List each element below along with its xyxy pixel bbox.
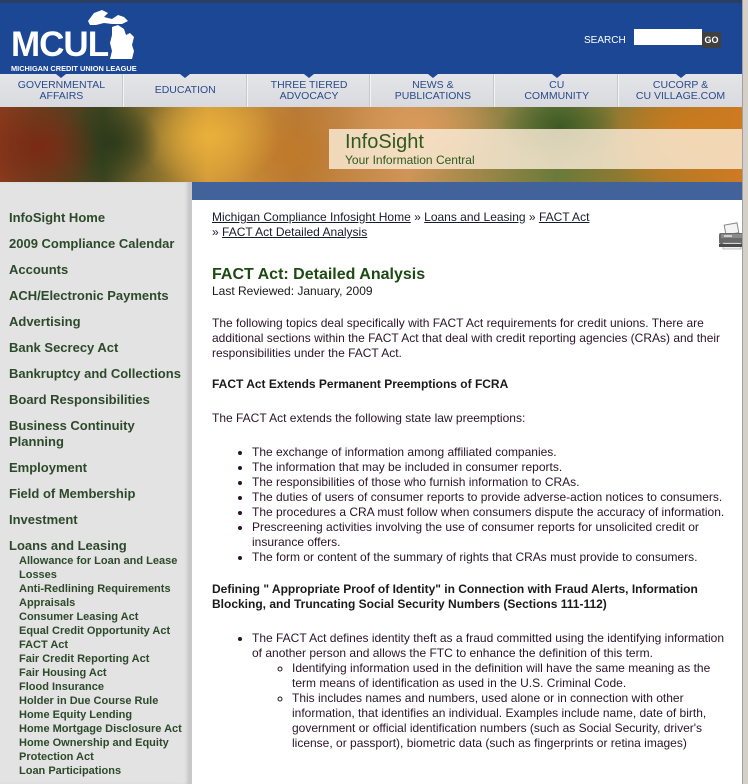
sidebar-subitem-fact-act[interactable]: FACT Act bbox=[9, 638, 189, 652]
intro-paragraph: The following topics deal specifically w… bbox=[212, 316, 721, 360]
nav-cu-community[interactable]: CU COMMUNITY bbox=[495, 74, 620, 107]
sidebar: InfoSight Home 2009 Compliance Calendar … bbox=[0, 182, 192, 784]
sidebar-item-infosight-home[interactable]: InfoSight Home bbox=[9, 210, 189, 226]
sidebar-subitem-fcra[interactable]: Fair Credit Reporting Act bbox=[9, 652, 189, 666]
list-item: The information that may be included in … bbox=[252, 460, 732, 475]
list-item: The duties of users of consumer reports … bbox=[252, 490, 732, 505]
nav-education[interactable]: EDUCATION bbox=[124, 74, 248, 107]
sidebar-subitem-consumer-leasing[interactable]: Consumer Leasing Act bbox=[9, 610, 189, 624]
nav-pointer-icon bbox=[180, 74, 191, 78]
nav-pointer-icon bbox=[304, 74, 315, 78]
sidebar-subitem-alll[interactable]: Allowance for Loan and Lease Losses bbox=[9, 554, 189, 582]
preemptions-list: The exchange of information among affili… bbox=[212, 445, 732, 565]
sidebar-item-accounts[interactable]: Accounts bbox=[9, 262, 189, 278]
sidebar-item-bankruptcy[interactable]: Bankruptcy and Collections bbox=[9, 366, 189, 382]
main-content: Michigan Compliance Infosight Home » Loa… bbox=[192, 200, 742, 784]
sidebar-subitem-hmda[interactable]: Home Mortgage Disclosure Act bbox=[9, 722, 189, 736]
sidebar-item-advertising[interactable]: Advertising bbox=[9, 314, 189, 330]
breadcrumb: Michigan Compliance Infosight Home » Loa… bbox=[212, 210, 592, 240]
last-reviewed: Last Reviewed: January, 2009 bbox=[212, 284, 373, 298]
breadcrumb-loans-link[interactable]: Loans and Leasing bbox=[424, 210, 525, 224]
printer-icon[interactable] bbox=[716, 222, 742, 252]
identity-list: The FACT Act defines identity theft as a… bbox=[212, 631, 732, 751]
sidebar-subitem-ecoa[interactable]: Equal Credit Opportunity Act bbox=[9, 624, 189, 638]
list-item: The procedures a CRA must follow when co… bbox=[252, 505, 732, 520]
sidebar-subitem-appraisals[interactable]: Appraisals bbox=[9, 596, 189, 610]
sidebar-subitem-loan-participations[interactable]: Loan Participations bbox=[9, 764, 189, 778]
michigan-map-icon bbox=[88, 10, 134, 59]
section-heading-proof-of-identity: Defining " Appropriate Proof of Identity… bbox=[212, 582, 698, 611]
sidebar-item-field-of-membership[interactable]: Field of Membership bbox=[9, 486, 189, 502]
banner-subtitle: Your Information Central bbox=[345, 153, 475, 167]
breadcrumb-current-link[interactable]: FACT Act Detailed Analysis bbox=[222, 225, 367, 239]
nav-pointer-icon bbox=[56, 74, 67, 78]
content-header-bar bbox=[192, 182, 742, 200]
breadcrumb-separator: » bbox=[528, 210, 536, 224]
list-item: Prescreening activities involving the us… bbox=[252, 520, 732, 550]
infosight-banner: InfoSight Your Information Central bbox=[0, 107, 742, 182]
list-item: The FACT Act defines identity theft as a… bbox=[252, 631, 732, 751]
nav-label-line2: PUBLICATIONS bbox=[394, 89, 472, 102]
sidebar-subitem-anti-redlining[interactable]: Anti-Redlining Requirements bbox=[9, 582, 189, 596]
section-lead: The FACT Act extends the following state… bbox=[212, 411, 526, 425]
nav-label-line1: THREE TIERED bbox=[270, 78, 348, 91]
sidebar-item-compliance-calendar[interactable]: 2009 Compliance Calendar bbox=[9, 236, 189, 252]
sidebar-item-bank-secrecy-act[interactable]: Bank Secrecy Act bbox=[9, 340, 189, 356]
page-title: FACT Act: Detailed Analysis bbox=[212, 266, 426, 283]
list-item-text: The FACT Act defines identity theft as a… bbox=[252, 631, 725, 660]
breadcrumb-separator: » bbox=[212, 225, 219, 239]
search-input[interactable] bbox=[634, 29, 702, 45]
nav-pointer-icon bbox=[675, 74, 686, 78]
nav-label-line2: COMMUNITY bbox=[524, 89, 590, 102]
nav-three-tiered-advocacy[interactable]: THREE TIERED ADVOCACY bbox=[248, 74, 372, 107]
sidebar-subitem-fair-housing[interactable]: Fair Housing Act bbox=[9, 666, 189, 680]
site-header: MCUL MICHIGAN CREDIT UNION LEAGUE SEARCH… bbox=[0, 0, 742, 74]
sidebar-item-board-responsibilities[interactable]: Board Responsibilities bbox=[9, 392, 189, 408]
sidebar-menu: InfoSight Home 2009 Compliance Calendar … bbox=[9, 210, 189, 778]
nav-label-line2: ADVOCACY bbox=[279, 89, 339, 102]
nav-cucorp-cu-village[interactable]: CUCORP & CU VILLAGE.COM bbox=[619, 74, 742, 107]
nav-news-publications[interactable]: NEWS & PUBLICATIONS bbox=[371, 74, 496, 107]
nav-label-line2: AFFAIRS bbox=[39, 89, 84, 102]
sidebar-item-loans-and-leasing[interactable]: Loans and Leasing bbox=[9, 538, 189, 554]
nav-label-line2: CU VILLAGE.COM bbox=[635, 89, 726, 102]
sidebar-subitem-flood-insurance[interactable]: Flood Insurance bbox=[9, 680, 189, 694]
nav-label-line1: GOVERNMENTAL bbox=[17, 78, 106, 91]
article: Michigan Compliance Infosight Home » Loa… bbox=[212, 210, 742, 751]
banner-title: InfoSight bbox=[345, 131, 424, 153]
search-label: SEARCH bbox=[584, 35, 626, 46]
sidebar-subitem-hoepa[interactable]: Home Ownership and Equity Protection Act bbox=[9, 736, 189, 764]
page: MCUL MICHIGAN CREDIT UNION LEAGUE SEARCH… bbox=[0, 0, 742, 784]
search-go-button[interactable]: GO bbox=[702, 32, 721, 48]
sidebar-item-employment[interactable]: Employment bbox=[9, 460, 189, 476]
sidebar-item-business-continuity[interactable]: Business Continuity Planning bbox=[9, 418, 189, 450]
logo-subtitle: MICHIGAN CREDIT UNION LEAGUE bbox=[11, 64, 137, 73]
nav-label-line1: CU bbox=[549, 78, 565, 91]
nav-pointer-icon bbox=[427, 74, 438, 78]
sublist-item: Identifying information used in the defi… bbox=[292, 661, 732, 691]
breadcrumb-home-link[interactable]: Michigan Compliance Infosight Home bbox=[212, 210, 411, 224]
sidebar-item-ach[interactable]: ACH/Electronic Payments bbox=[9, 288, 189, 304]
list-item: The exchange of information among affili… bbox=[252, 445, 732, 460]
nav-label-line1: EDUCATION bbox=[154, 84, 216, 96]
list-item: The form or content of the summary of ri… bbox=[252, 550, 732, 565]
breadcrumb-separator: » bbox=[414, 210, 421, 224]
section-heading-preemptions: FACT Act Extends Permanent Preemptions o… bbox=[212, 377, 509, 391]
sidebar-subitem-home-equity[interactable]: Home Equity Lending bbox=[9, 708, 189, 722]
nav-pointer-icon bbox=[551, 74, 562, 78]
list-item: The responsibilities of those who furnis… bbox=[252, 475, 732, 490]
nav-governmental-affairs[interactable]: GOVERNMENTAL AFFAIRS bbox=[0, 74, 124, 107]
window-border bbox=[742, 0, 748, 784]
nav-label-line1: CUCORP & bbox=[652, 78, 709, 91]
identity-sublist: Identifying information used in the defi… bbox=[252, 661, 732, 751]
main-nav: GOVERNMENTAL AFFAIRS EDUCATION THREE TIER… bbox=[0, 74, 742, 107]
sidebar-item-investment[interactable]: Investment bbox=[9, 512, 189, 528]
sidebar-subitem-holder-in-due-course[interactable]: Holder in Due Course Rule bbox=[9, 694, 189, 708]
nav-label-line1: NEWS & bbox=[412, 78, 454, 91]
mcul-logo[interactable]: MCUL MICHIGAN CREDIT UNION LEAGUE bbox=[10, 7, 140, 73]
breadcrumb-fact-act-link[interactable]: FACT Act bbox=[539, 210, 589, 224]
sublist-item: This includes names and numbers, used al… bbox=[292, 691, 732, 751]
